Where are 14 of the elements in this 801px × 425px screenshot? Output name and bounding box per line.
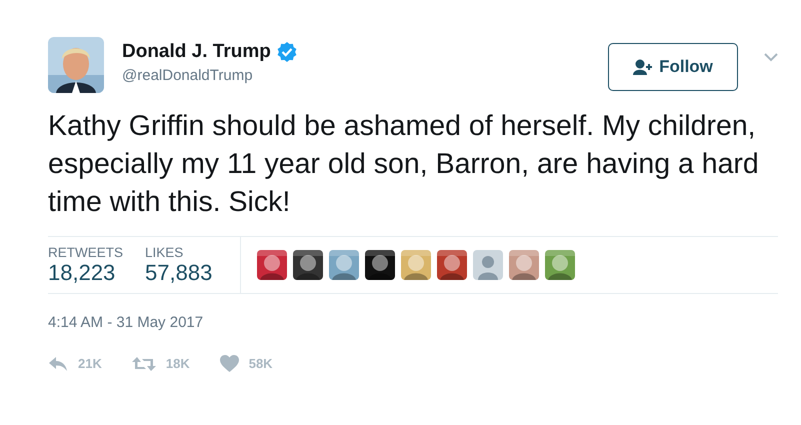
stat-label[interactable]: RETWEETS	[48, 244, 124, 260]
stat-count[interactable]: 18,223	[48, 260, 124, 286]
follow-button[interactable]: Follow	[608, 43, 738, 91]
add-user-icon	[633, 59, 654, 75]
author-name[interactable]: Donald J. Trump	[122, 41, 271, 63]
author-handle[interactable]: @realDonaldTrump	[122, 67, 297, 84]
action-count: 58K	[248, 356, 273, 371]
action-count: 18K	[166, 356, 190, 371]
stat-label[interactable]: LIKES	[145, 244, 212, 260]
default-avatar-icon[interactable]	[473, 250, 504, 280]
tweet-text: Kathy Griffin should be ashamed of herself. My children, especially my 11 year old son, Barron, are having a hard time with this. Sick!	[48, 109, 760, 220]
stat-count[interactable]: 57,883	[145, 260, 212, 286]
action-count: 21K	[78, 356, 102, 371]
timestamp[interactable]: 4:14 AM - 31 May 2017	[48, 314, 778, 331]
